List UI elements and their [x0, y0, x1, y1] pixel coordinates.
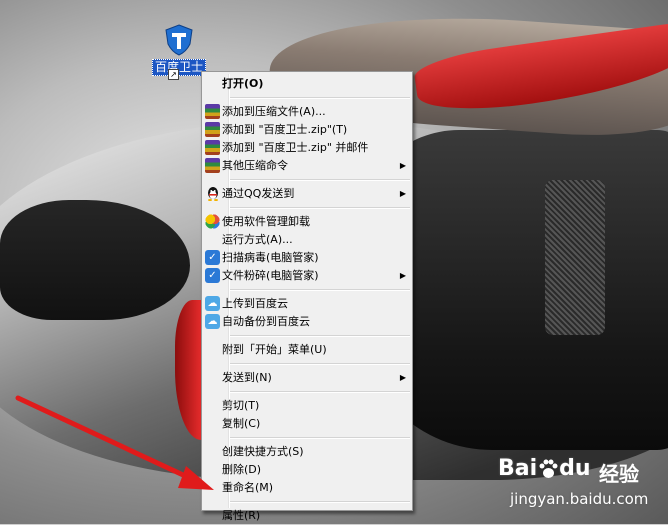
baidu-jingyan-watermark: Bai du 经验 jingyan.baidu.com — [496, 456, 666, 516]
jingyan-text: 经验 — [599, 462, 639, 486]
baidu-logo-text-end: du — [559, 456, 591, 481]
baidu-logo: Bai du — [498, 456, 591, 481]
red-annotation-arrow — [15, 395, 214, 490]
jingyan-url: jingyan.baidu.com — [510, 490, 649, 508]
baidu-logo-text: Bai — [498, 456, 538, 481]
baidu-paw-icon — [539, 459, 558, 478]
